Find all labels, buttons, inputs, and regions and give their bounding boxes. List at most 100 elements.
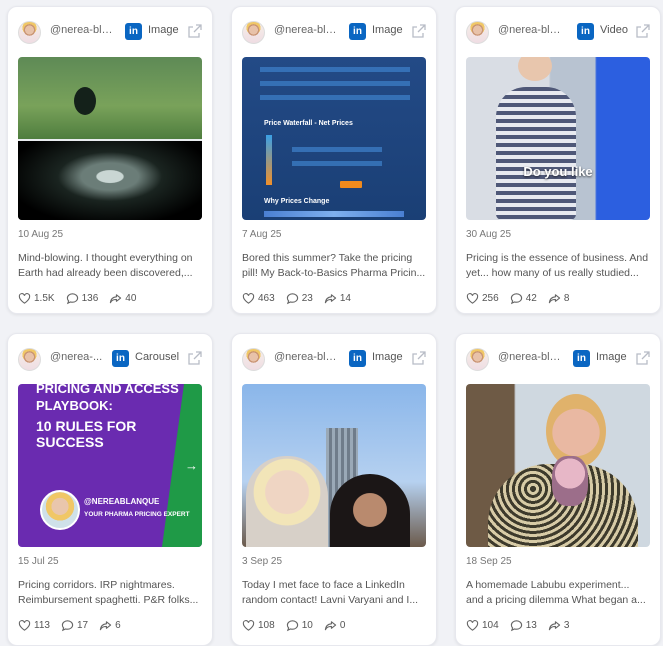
linkedin-icon: in (125, 23, 142, 40)
heart-icon (466, 292, 479, 304)
shares-count: 6 (115, 619, 121, 631)
person-shape (246, 456, 328, 547)
person-head (518, 57, 552, 81)
post-type-label: Image (372, 351, 403, 363)
likes-stat: 108 (242, 619, 275, 632)
share-icon (110, 293, 122, 303)
arrow-right-icon: → (185, 458, 198, 473)
linkedin-icon: in (112, 350, 129, 367)
post-image[interactable] (18, 57, 202, 220)
shares-stat: 8 (548, 292, 570, 305)
card-header: @nerea-bla... in Image (8, 7, 212, 57)
comments-stat: 10 (286, 619, 313, 632)
post-date: 7 Aug 25 (242, 229, 282, 240)
post-card[interactable]: @nerea-bla... in Image 3 Sep 25 Today I … (231, 333, 437, 646)
linkedin-icon: in (573, 350, 590, 367)
linkedin-icon: in (349, 23, 366, 40)
share-icon (324, 293, 336, 303)
canopy-shape (18, 141, 202, 220)
description-line: and a pricing dilemma What began a... (466, 594, 646, 606)
author-handle: @nerea-bla... (498, 24, 564, 36)
comments-stat: 136 (66, 292, 99, 305)
likes-stat: 104 (466, 619, 499, 632)
card-header: @nerea-bla... in Image (232, 7, 436, 57)
likes-stat: 256 (466, 292, 499, 305)
likes-stat: 1.5K (18, 292, 55, 305)
carousel-author-handle: @NEREABLANQUE (84, 497, 160, 506)
toy-shape (552, 456, 588, 506)
heart-icon (242, 292, 255, 304)
author-handle: @nerea-bla... (274, 351, 340, 363)
post-image[interactable] (466, 384, 650, 547)
comments-count: 17 (76, 619, 89, 631)
slide-subtitle: Why Prices Change (264, 198, 330, 205)
carousel-heading-line: PLAYBOOK: (36, 398, 113, 413)
post-date: 30 Aug 25 (466, 229, 512, 240)
author-handle: @nerea-bla... (50, 24, 116, 36)
slide-title: Price Waterfall - Net Prices (264, 120, 353, 127)
slide-highlight (340, 181, 362, 188)
shares-stat: 14 (324, 292, 351, 305)
post-card[interactable]: @nerea-bla... in Video Do you like 30 Au… (455, 6, 661, 314)
likes-count: 256 (482, 292, 499, 304)
linkedin-icon: in (349, 350, 366, 367)
external-link-icon[interactable] (187, 350, 203, 366)
post-date: 18 Sep 25 (466, 556, 512, 567)
description-line: Earth had already been discovered,... (18, 267, 193, 279)
post-image[interactable] (242, 384, 426, 547)
author-handle: @nerea-bla... (274, 24, 340, 36)
shares-count: 3 (563, 619, 570, 631)
share-icon (548, 620, 560, 630)
post-card[interactable]: @nerea-bla... in Image 18 Sep 25 A homem… (455, 333, 661, 646)
external-link-icon[interactable] (187, 23, 203, 39)
slide-band (260, 81, 410, 86)
description-line: Pricing is the essence of business. And (466, 252, 649, 264)
person-dress (496, 87, 576, 220)
author-handle: @nerea-... (50, 351, 103, 363)
carousel-author-tagline: YOUR PHARMA PRICING EXPERT (84, 511, 190, 518)
post-card[interactable]: @nerea-bla... in Image Price Waterfall -… (231, 6, 437, 314)
comments-count: 136 (81, 292, 99, 304)
description-line: random contact! Lavni Varyani and I... (242, 594, 419, 606)
post-image[interactable]: PRICING AND ACCESS PLAYBOOK: 10 RULES FO… (18, 384, 202, 547)
slide-band (292, 147, 382, 152)
likes-count: 463 (258, 292, 275, 304)
shares-stat: 0 (324, 619, 346, 632)
shares-count: 8 (563, 292, 570, 304)
likes-count: 104 (482, 619, 499, 631)
post-video[interactable]: Do you like (466, 57, 650, 220)
share-icon (99, 620, 112, 630)
description-line: Today I met face to face a LinkedIn (242, 579, 405, 591)
description-line: Mind-blowing. I thought everything on (18, 252, 193, 264)
external-link-icon[interactable] (411, 350, 427, 366)
comment-icon (286, 292, 298, 304)
external-link-icon[interactable] (411, 23, 427, 39)
author-handle: @nerea-bla... (498, 351, 564, 363)
post-date: 10 Aug 25 (18, 229, 64, 240)
comment-icon (286, 619, 298, 631)
post-type-label: Image (596, 351, 627, 363)
comments-stat: 42 (510, 292, 537, 305)
post-card[interactable]: @nerea-bla... in Image 10 Aug 25 Mind-bl… (7, 6, 213, 314)
post-stats: 104 13 3 (466, 618, 580, 632)
shares-count: 0 (339, 619, 346, 631)
linkedin-icon: in (577, 23, 594, 40)
post-card[interactable]: @nerea-... in Carousel PRICING AND ACCES… (7, 333, 213, 646)
post-stats: 108 10 0 (242, 618, 356, 632)
post-stats: 1.5K 136 40 (18, 291, 147, 305)
post-date: 3 Sep 25 (242, 556, 283, 567)
slide-band (292, 161, 382, 166)
external-link-icon[interactable] (635, 350, 651, 366)
description-line: Pricing corridors. IRP nightmares. (18, 579, 175, 591)
comment-icon (510, 292, 522, 304)
card-header: @nerea-... in Carousel (8, 334, 212, 384)
avatar (18, 21, 41, 44)
video-caption: Do you like (523, 164, 593, 179)
slide-band (260, 95, 410, 100)
slide-band (260, 67, 410, 72)
carousel-heading-line: 10 RULES FOR SUCCESS (36, 418, 137, 450)
post-image[interactable]: Price Waterfall - Net Prices Why Prices … (242, 57, 426, 220)
external-link-icon[interactable] (635, 23, 651, 39)
description-line: Bored this summer? Take the pricing (242, 252, 413, 264)
card-header: @nerea-bla... in Video (456, 7, 660, 57)
